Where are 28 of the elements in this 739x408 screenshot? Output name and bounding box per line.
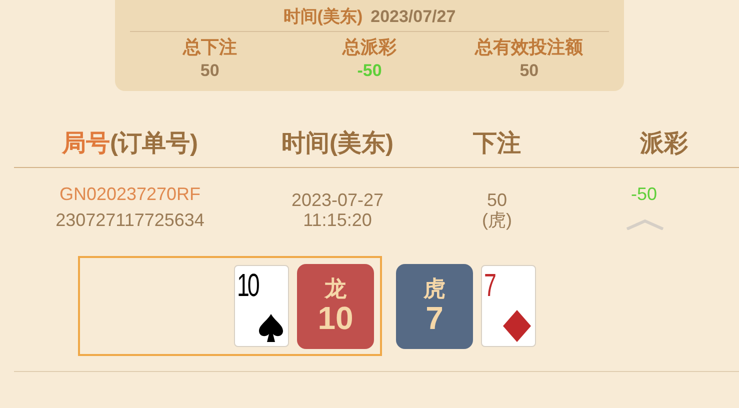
- diamond-icon: [503, 310, 531, 342]
- bet-date: 2023-07-27: [291, 190, 384, 210]
- total-label: 总下注: [182, 36, 237, 59]
- chevron-up-icon[interactable]: [625, 218, 665, 230]
- date-value: 2023/07/27: [370, 6, 456, 28]
- bet-amount: 50: [486, 190, 508, 210]
- tile-label: 龙: [324, 277, 346, 301]
- tile-label: 虎: [424, 277, 446, 301]
- total-value: 50: [520, 60, 539, 82]
- order-id: 230727117725634: [56, 210, 204, 230]
- total-value: 50: [200, 60, 220, 82]
- column-header: 派彩: [640, 130, 688, 156]
- column-header: 局号(订单号): [62, 128, 198, 158]
- total-label: 总有效投注额: [475, 36, 584, 59]
- card-rank: 10: [237, 266, 258, 304]
- date-label: 时间(美东): [283, 6, 363, 28]
- bet-side: (虎): [482, 210, 512, 230]
- column-header: 下注: [473, 128, 521, 158]
- tile-value: 10: [318, 301, 354, 335]
- spade-icon: [258, 314, 284, 342]
- tile-value: 7: [426, 301, 444, 335]
- total-value: -50: [357, 60, 382, 82]
- card-rank: 7: [484, 266, 494, 304]
- bet-time: 11:15:20: [303, 210, 372, 230]
- column-header: 时间(美东): [282, 128, 394, 158]
- round-id[interactable]: GN020237270RF: [59, 184, 201, 204]
- payout-value: -50: [631, 184, 658, 204]
- total-label: 总派彩: [342, 36, 396, 59]
